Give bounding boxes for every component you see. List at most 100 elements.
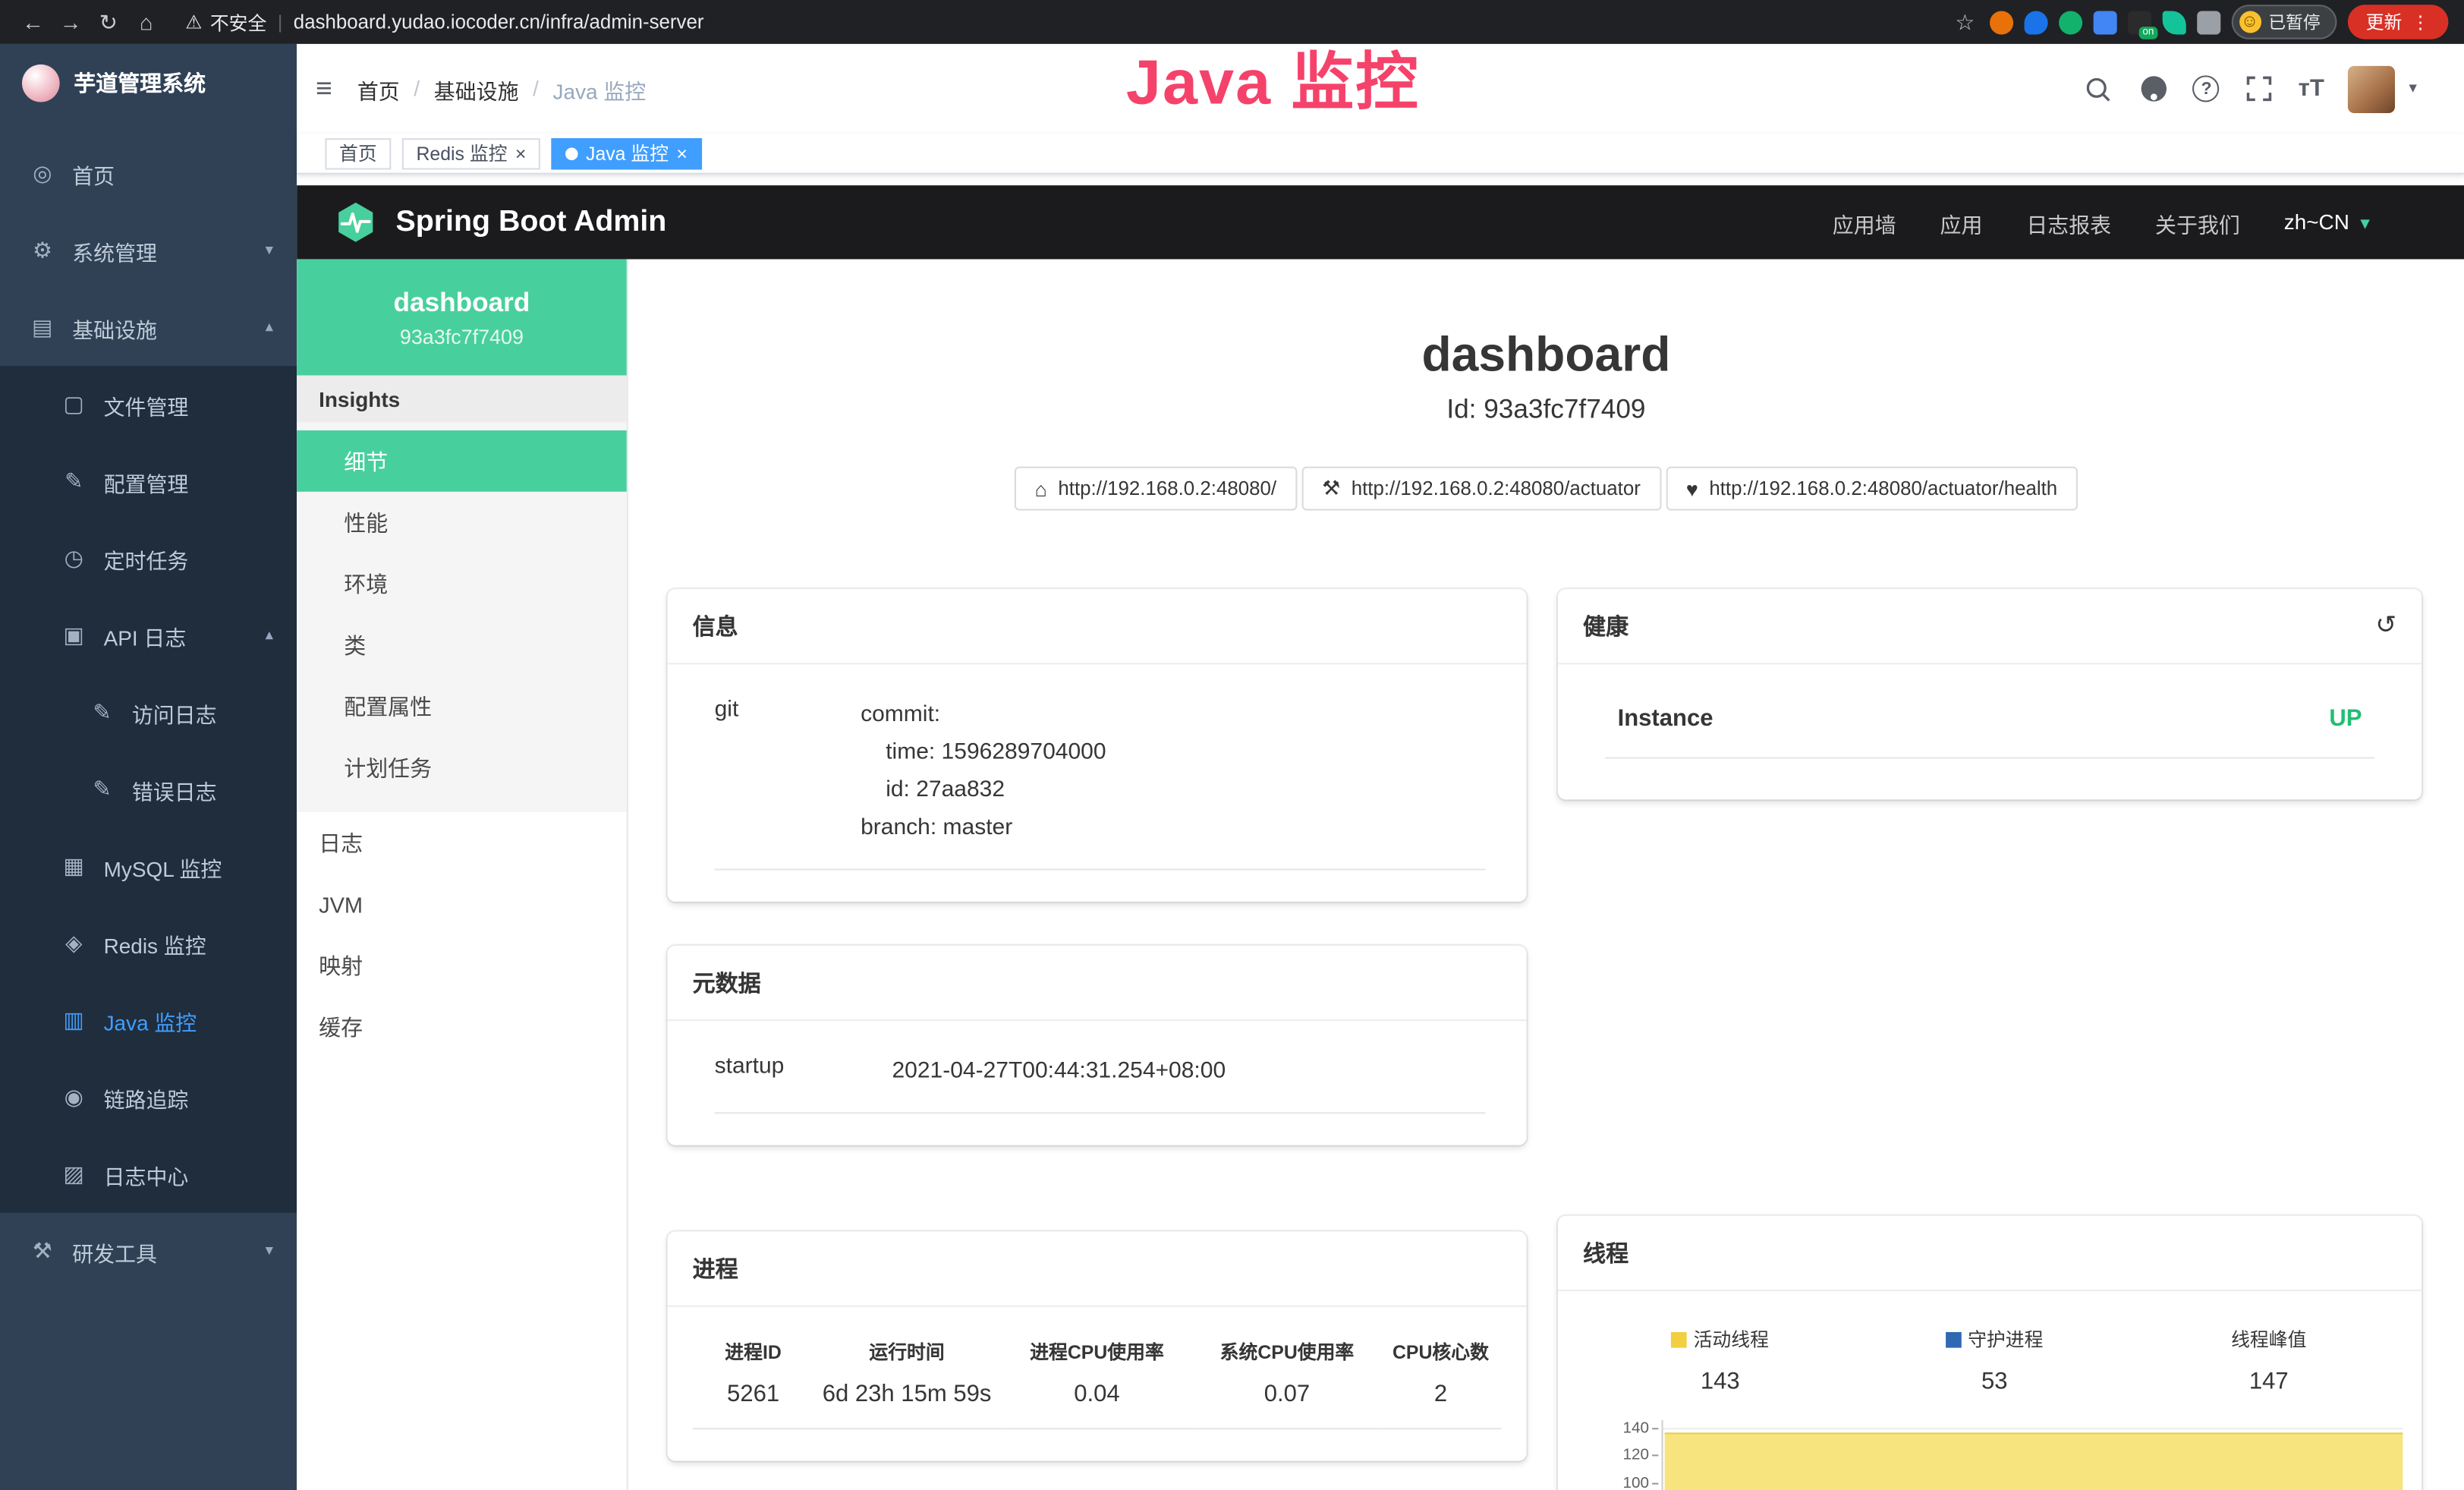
sidebar-item-cron-job[interactable]: ◷ 定时任务 (0, 520, 297, 597)
sidebar-item-log-center[interactable]: ▨ 日志中心 (0, 1136, 297, 1212)
extension-icon[interactable] (1989, 10, 2012, 33)
address-bar[interactable]: ⚠ 不安全 | dashboard.yudao.iocoder.cn/infra… (185, 8, 703, 35)
sba-nav-wallboard[interactable]: 应用墙 (1833, 206, 1896, 238)
sidebar-item-home[interactable]: ◎ 首页 (0, 135, 297, 212)
github-icon[interactable] (2138, 73, 2170, 104)
legend-label: 线程峰值 (2231, 1326, 2306, 1353)
profile-paused-badge[interactable]: ☺ 已暂停 (2231, 5, 2337, 39)
history-icon[interactable]: ↺ (2375, 613, 2396, 638)
legend-label: 守护进程 (1968, 1326, 2043, 1353)
legend-item: 守护进程 53 (1858, 1326, 2132, 1395)
sba-nav-applications[interactable]: 应用 (1940, 206, 1983, 238)
sba-menu-classes[interactable]: 类 (297, 614, 627, 676)
card-body: 进程ID 运行时间 进程CPU使用率 系统CPU使用率 CPU核心数 (668, 1307, 1527, 1461)
y-tick: 120 (1622, 1447, 1649, 1464)
sba-menu-configprops[interactable]: 配置属性 (297, 676, 627, 737)
instance-link-root[interactable]: ⌂ http://192.168.0.2:48080/ (1015, 467, 1297, 511)
sba-nav-journal[interactable]: 日志报表 (2026, 206, 2111, 238)
info-card: 信息 git commit: time: 1596289704000 (668, 589, 1527, 902)
font-size-icon[interactable]: тT (2299, 75, 2324, 102)
health-instance-label: Instance (1618, 705, 1713, 732)
app-logo[interactable]: 芋道管理系统 (0, 44, 297, 122)
sidebar-item-redis-monitor[interactable]: ◈ Redis 监控 (0, 905, 297, 981)
sidebar-item-system[interactable]: ⚙ 系统管理 ▾ (0, 212, 297, 288)
browser-home-icon[interactable]: ⌂ (129, 5, 164, 39)
extension-icon[interactable] (2162, 10, 2186, 33)
sidebar-item-dev-tools[interactable]: ⚒ 研发工具 ▾ (0, 1213, 297, 1290)
fullscreen-icon[interactable] (2243, 73, 2274, 104)
sidebar-item-java-monitor[interactable]: ▥ Java 监控 (0, 981, 297, 1058)
locale-selector[interactable]: zh~CN ▾ (2284, 210, 2370, 234)
table-row: startup 2021-04-27T00:44:31.254+08:00 (715, 1053, 1486, 1114)
instance-id: 93a3fc7f7409 (400, 324, 524, 348)
sidebar-item-infra[interactable]: ▤ 基础设施 ▴ (0, 289, 297, 366)
threads-legend: 活动线程 143 守护进程 (1583, 1326, 2406, 1395)
sba-menu-metrics[interactable]: 性能 (297, 492, 627, 553)
extension-icon[interactable]: on (2127, 10, 2151, 33)
extension-icon[interactable] (2093, 10, 2116, 33)
status-badge: UP (2329, 705, 2362, 732)
threads-chart: 140 120 100 (1583, 1420, 2406, 1490)
page-title: dashboard (628, 329, 2464, 383)
tab-redis-monitor[interactable]: Redis 监控 × (402, 137, 540, 169)
y-tick: 100 (1622, 1475, 1649, 1490)
help-icon[interactable]: ? (2193, 75, 2220, 102)
sidebar-item-error-log[interactable]: ✎ 错误日志 (0, 751, 297, 827)
search-icon[interactable] (2083, 73, 2114, 104)
sba-menu-environment[interactable]: 环境 (297, 553, 627, 614)
reload-icon[interactable]: ↻ (91, 5, 126, 39)
sidebar-item-api-log[interactable]: ▣ API 日志 ▴ (0, 597, 297, 673)
legend-value: 143 (1583, 1369, 1857, 1395)
browser-toolbar: ← → ↻ ⌂ ⚠ 不安全 | dashboard.yudao.iocoder.… (0, 0, 2464, 44)
user-avatar[interactable] (2348, 65, 2395, 112)
sba-menu-mappings[interactable]: 映射 (297, 934, 627, 996)
close-icon[interactable]: × (515, 143, 527, 162)
browser-menu-icon[interactable]: ⋮ (2412, 11, 2430, 33)
extension-icon[interactable] (2024, 10, 2047, 33)
extensions-puzzle-icon[interactable] (2196, 10, 2220, 33)
card-body: git commit: time: 1596289704000 id: 27aa… (668, 665, 1527, 902)
sidebar-item-trace[interactable]: ◉ 链路追踪 (0, 1059, 297, 1136)
browser-toolbar-right: ☆ on ☺ 已暂停 更新 ⋮ (1955, 5, 2448, 39)
breadcrumb-item-infra[interactable]: 基础设施 (434, 73, 519, 104)
sba-sidebar: dashboard 93a3fc7f7409 Insights 细节 性能 环境… (297, 259, 628, 1490)
hamburger-icon[interactable]: ≡ (316, 72, 332, 105)
card-body: 活动线程 143 守护进程 (1558, 1291, 2422, 1490)
sidebar-item-mysql-monitor[interactable]: ▦ MySQL 监控 (0, 828, 297, 905)
sidebar-item-access-log[interactable]: ✎ 访问日志 (0, 674, 297, 751)
legend-item: 线程峰值 147 (2132, 1326, 2406, 1395)
card-header: 进程 (668, 1232, 1527, 1307)
tab-home[interactable]: 首页 (325, 137, 391, 169)
bookmark-star-icon[interactable]: ☆ (1955, 8, 1975, 35)
insights-group-header: Insights (297, 376, 627, 423)
sba-menu-caches[interactable]: 缓存 (297, 996, 627, 1057)
update-label: 更新 (2366, 9, 2403, 34)
url-text: dashboard.yudao.iocoder.cn/infra/admin-s… (294, 11, 704, 33)
sidebar-item-config-manage[interactable]: ✎ 配置管理 (0, 443, 297, 520)
sba-nav-about[interactable]: 关于我们 (2155, 206, 2240, 238)
sba-menu-scheduled-tasks[interactable]: 计划任务 (297, 737, 627, 799)
forward-icon[interactable]: → (53, 5, 88, 39)
update-button[interactable]: 更新 ⋮ (2347, 5, 2448, 39)
extension-icon[interactable] (2058, 10, 2082, 33)
sba-menu-details[interactable]: 细节 (297, 430, 627, 492)
instance-link-health[interactable]: ♥ http://192.168.0.2:48080/actuator/heal… (1666, 467, 2078, 511)
info-line: id: 27aa832 (861, 771, 1106, 809)
tools-icon: ⚒ (30, 1238, 55, 1265)
info-value: commit: time: 1596289704000 id: 27aa832 … (861, 696, 1106, 847)
column-header: 系统CPU使用率 (1194, 1338, 1380, 1381)
chevron-up-icon: ▴ (266, 319, 273, 336)
back-icon[interactable]: ← (16, 5, 51, 39)
sidebar-item-label: 基础设施 (72, 312, 157, 343)
database-icon: ▦ (61, 853, 87, 880)
instance-link-actuator[interactable]: ⚒ http://192.168.0.2:48080/actuator (1301, 467, 1661, 511)
sba-menu-jvm[interactable]: JVM (297, 874, 627, 935)
tab-java-monitor[interactable]: Java 监控 × (551, 137, 701, 169)
breadcrumb-item-home[interactable]: 首页 (357, 73, 400, 104)
sidebar-item-file-manage[interactable]: ▢ 文件管理 (0, 366, 297, 443)
link-url: http://192.168.0.2:48080/ (1058, 477, 1276, 499)
sidebar-item-label: 研发工具 (72, 1236, 157, 1267)
close-icon[interactable]: × (676, 143, 688, 162)
sba-menu-logfile[interactable]: 日志 (297, 812, 627, 874)
security-label: 不安全 (210, 8, 267, 35)
